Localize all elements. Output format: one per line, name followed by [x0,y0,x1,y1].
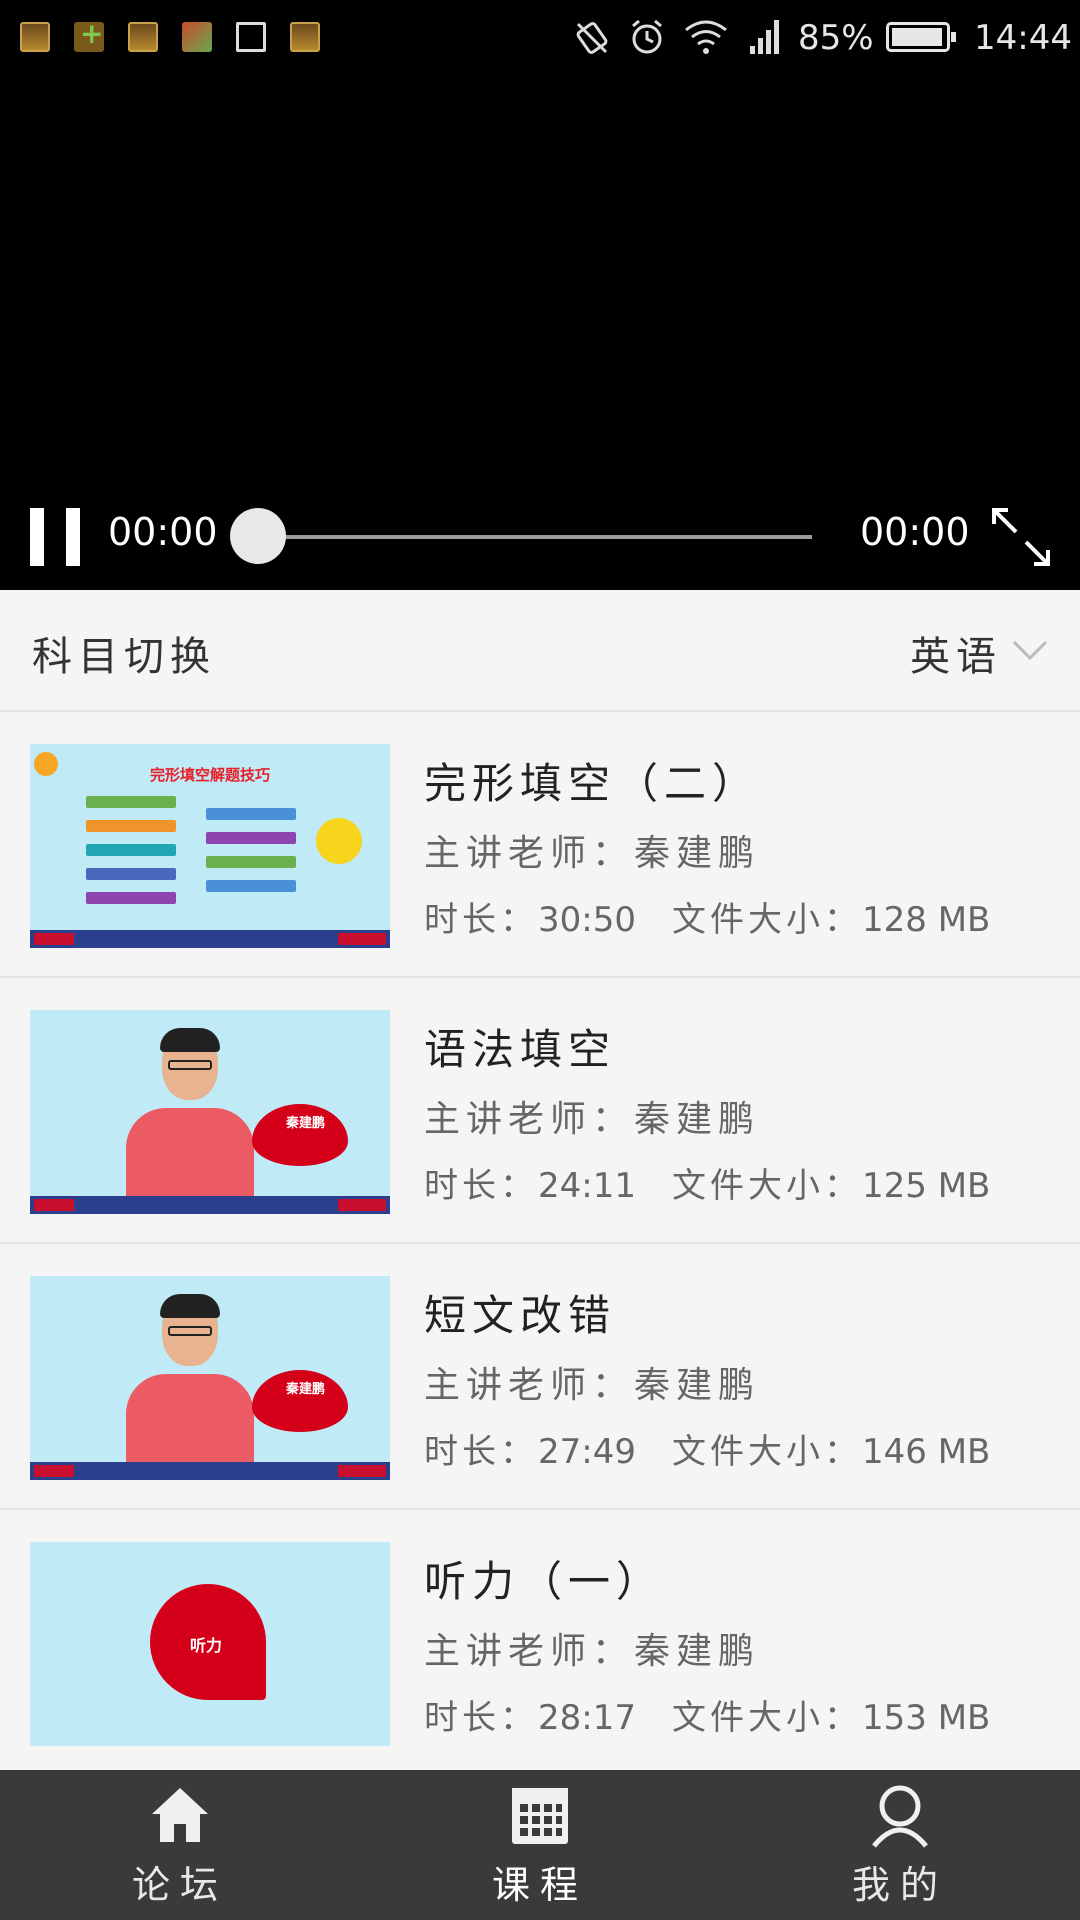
user-icon [872,1785,928,1848]
notification-app-icon [290,22,320,52]
teacher-image [120,1294,260,1480]
pause-button[interactable] [30,508,80,566]
status-bar: 85% 14:44 [0,0,1080,78]
course-title: 完形填空（二） [424,759,761,808]
subject-dropdown[interactable]: 英语 [910,624,1002,682]
notification-app-icon [128,22,158,52]
course-teacher: 主讲老师：秦建鹏 [424,833,761,874]
battery-percent: 85% [798,18,874,58]
topic-badge-label: 听力 [190,1636,223,1655]
nav-mine[interactable]: 我的 [720,1770,1080,1920]
fullscreen-icon[interactable] [990,506,1052,568]
course-title: 语法填空 [424,1025,617,1074]
course-size: 128 MB [861,900,991,940]
course-thumbnail: 秦建鹏 [30,1276,390,1480]
thumbnail-heading: 完形填空解题技巧 [149,766,270,784]
nav-mine-label: 我的 [851,1863,948,1907]
course-meta: 时长：27:49 文件大小：146 MB [424,1424,990,1473]
course-thumbnail: 秦建鹏 [30,1010,390,1214]
course-meta: 时长：28:17 文件大小：153 MB [424,1690,990,1739]
duration-label: 时长： [424,1166,538,1206]
notification-app-icon [20,22,50,52]
course-duration: 24:11 [538,1166,636,1206]
course-size: 125 MB [861,1166,991,1206]
home-icon [152,1788,208,1842]
course-item[interactable]: 完形填空解题技巧 完形填空（二） 主讲老师：秦建鹏 时长：30:50 文件大小：1… [0,712,1080,978]
teacher-name-badge: 秦建鹏 [286,1116,326,1131]
current-time: 00:00 [108,510,218,554]
subject-switch-label: 科目切换 [32,634,216,680]
nav-courses[interactable]: 课程 [360,1770,720,1920]
teacher-image [120,1028,260,1214]
notification-app-icon [74,17,104,52]
rotate-lock-icon [576,22,608,54]
nav-forum[interactable]: 论坛 [0,1770,360,1920]
chevron-down-icon[interactable] [1008,628,1052,672]
calendar-icon [512,1788,568,1844]
teacher-avatar [316,818,362,864]
notification-app-icon [182,22,212,52]
battery-icon [886,22,956,52]
size-label: 文件大小： [671,1432,862,1472]
wifi-icon [685,20,727,54]
subject-switch-bar[interactable]: 科目切换 英语 [0,590,1080,712]
duration-label: 时长： [424,1698,538,1738]
course-teacher: 主讲老师：秦建鹏 [424,1365,761,1406]
course-size: 146 MB [861,1432,991,1472]
clock: 14:44 [974,18,1072,58]
course-item[interactable]: 听力 听力（一） 主讲老师：秦建鹏 时长：28:17 文件大小：153 MB [0,1510,1080,1774]
course-duration: 27:49 [538,1432,636,1472]
course-duration: 28:17 [538,1698,636,1738]
course-thumbnail: 听力 [30,1542,390,1746]
course-meta: 时长：24:11 文件大小：125 MB [424,1158,990,1207]
course-size: 153 MB [861,1698,991,1738]
size-label: 文件大小： [671,1698,862,1738]
course-thumbnail: 完形填空解题技巧 [30,744,390,948]
nav-forum-label: 论坛 [131,1863,228,1907]
duration-label: 时长： [424,1432,538,1472]
teacher-name-badge: 秦建鹏 [286,1382,326,1397]
size-label: 文件大小： [671,1166,862,1206]
size-label: 文件大小： [671,900,862,940]
video-player[interactable]: 85% 14:44 00:00 00:00 [0,0,1080,590]
duration-label: 时长： [424,900,538,940]
course-teacher: 主讲老师：秦建鹏 [424,1631,761,1672]
course-item[interactable]: 秦建鹏 短文改错 主讲老师：秦建鹏 时长：27:49 文件大小：146 MB [0,1244,1080,1510]
screenshot-icon [236,22,266,52]
course-title: 听力（一） [424,1557,665,1606]
nav-courses-label: 课程 [491,1863,588,1907]
course-duration: 30:50 [538,900,636,940]
alarm-icon [632,19,662,54]
course-meta: 时长：30:50 文件大小：128 MB [424,892,990,941]
signal-icon [750,20,779,54]
course-teacher: 主讲老师：秦建鹏 [424,1099,761,1140]
seek-bar[interactable] [256,535,812,539]
total-time: 00:00 [860,510,970,554]
bottom-navigation: 论坛 课程 我的 [0,1770,1080,1920]
seek-thumb[interactable] [230,508,286,564]
course-item[interactable]: 秦建鹏 语法填空 主讲老师：秦建鹏 时长：24:11 文件大小：125 MB [0,978,1080,1244]
course-title: 短文改错 [424,1291,617,1340]
